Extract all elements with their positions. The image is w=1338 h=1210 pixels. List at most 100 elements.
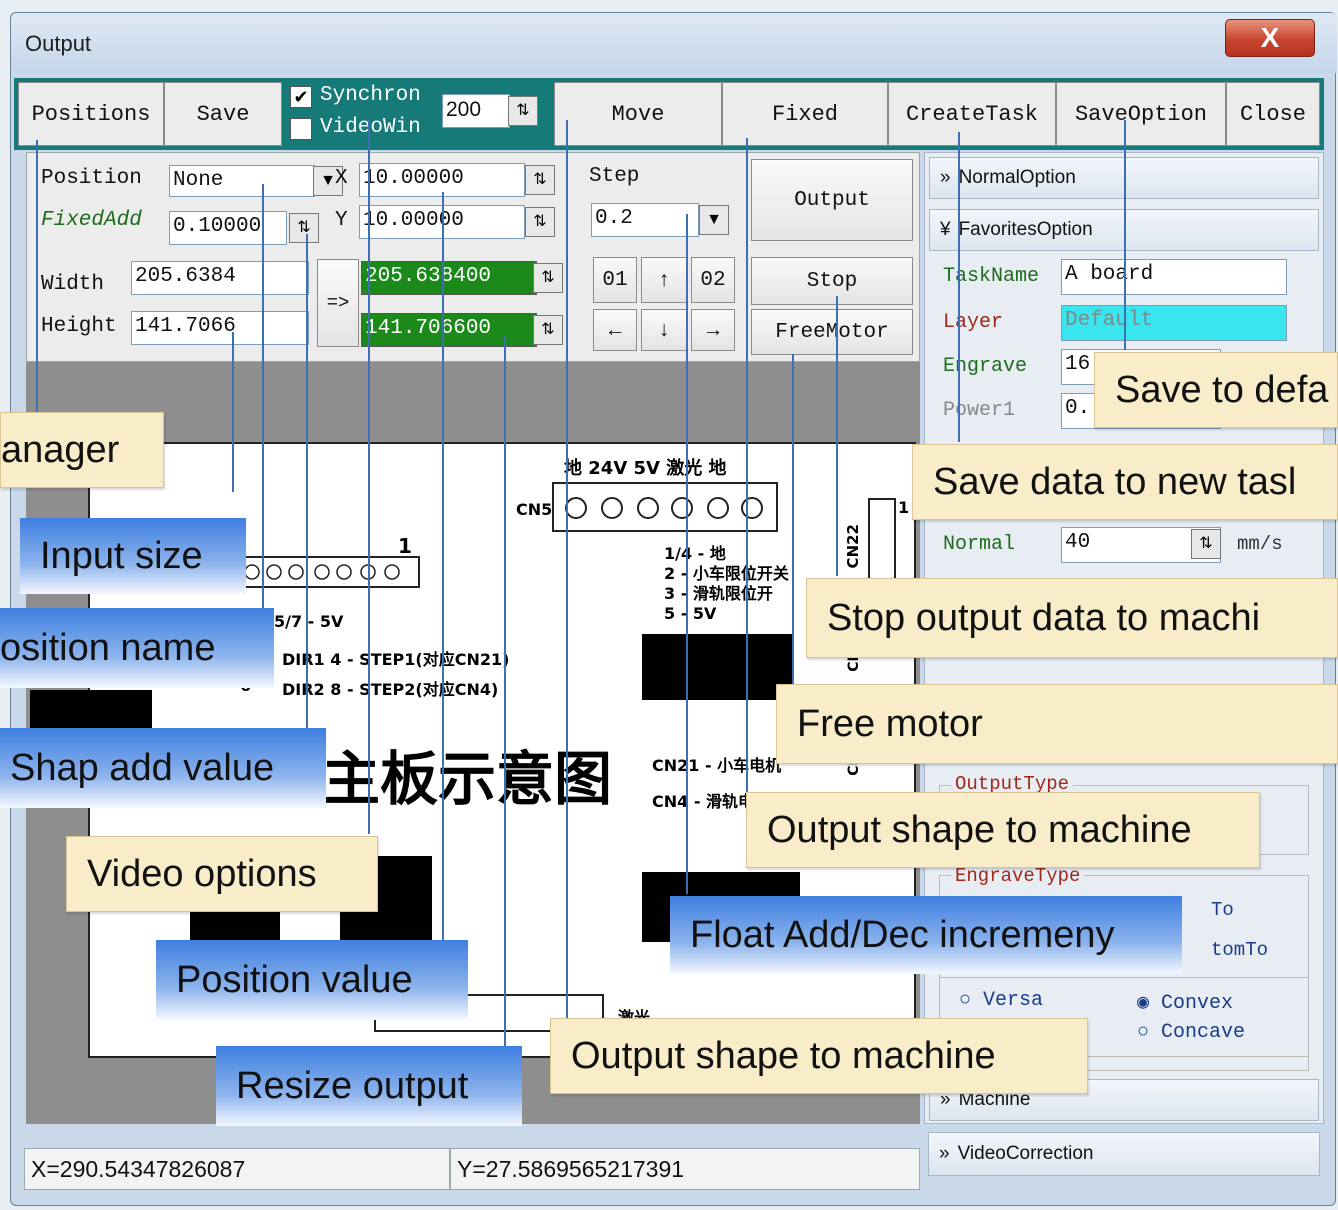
videocorrection-expand-icon: » [939,1143,950,1164]
y-spinner[interactable]: ⇅ [525,207,555,237]
toolbar: Positions Save ✔ Synchron VideoWin 200 ⇅… [14,78,1324,150]
callout-resize-output: Resize output [216,1046,522,1126]
callout-video-options: Video options [66,836,378,912]
concave-radio[interactable]: ○ Concave [1137,1021,1245,1044]
height-output-spinner[interactable]: ⇅ [533,315,563,345]
callout-input-size: Input size [20,518,246,594]
stop-button[interactable]: Stop [751,257,913,305]
status-x: X=290.54347826087 [24,1148,450,1190]
position-panel: Position None ▼ FixedAdd 0.10000 ⇅ X 10.… [26,152,920,362]
callout-save-default: Save to defa [1094,352,1338,428]
videocorrection-label: VideoCorrection [957,1143,1094,1164]
black-block-1 [642,634,794,700]
move-button[interactable]: Move [554,82,722,146]
line-stop-output [836,296,838,576]
callout-float-add: Float Add/Dec incremeny [670,896,1182,974]
createtask-button[interactable]: CreateTask [888,82,1056,146]
bottomto-label: tomTo [1211,939,1269,961]
line-free-motor [792,354,794,684]
status-y: Y=27.5869565217391 [450,1148,920,1190]
convex-radio[interactable]: ◉ Convex [1137,989,1233,1015]
callout-stop-output: Stop output data to machi [806,578,1338,658]
height-output-field[interactable]: 141.706600 [361,313,537,347]
position-02-button[interactable]: 02 [691,257,735,303]
fixed-add-label: FixedAdd [41,209,142,232]
line-position-name [262,184,264,612]
collapse-icon: ¥ [940,219,951,240]
to-label: To [1211,899,1234,921]
pin1-label: 1 [398,534,412,558]
line-float-add [686,214,688,894]
close-button[interactable]: Close [1226,82,1320,146]
video-spinner[interactable]: ⇅ [508,96,538,126]
saveoption-button[interactable]: SaveOption [1056,82,1226,146]
move-right-button[interactable]: → [691,309,735,351]
pin-description: 1/4 - 地 2 - 小车限位开关 3 - 滑轨限位开 5 - 5V [664,544,789,624]
line-video-options [368,120,370,834]
width-output-spinner[interactable]: ⇅ [533,263,563,293]
concave-label: Concave [1161,1021,1246,1044]
step-dropdown-icon[interactable]: ▼ [699,205,729,235]
cn4-label: CN4 - 滑轨电 [652,792,755,811]
favorites-option-label: FavoritesOption [958,219,1093,240]
pin-line-dir2: DIR2 8 - STEP2(对应CN4) [282,680,499,699]
board-title: 主板示意图 [322,745,613,813]
engrave-label: Engrave [943,355,1028,378]
callout-position-name: osition name [0,608,274,688]
cn5-pins [565,497,763,519]
position-label: Position [41,167,142,190]
pin-line-3: 3 - 滑轨限位开 [664,584,773,603]
video-value-field[interactable]: 200 [442,94,510,128]
line-input-size [232,332,234,492]
save-button[interactable]: Save [164,82,282,146]
step-select[interactable]: 0.2 [591,203,699,237]
position-select[interactable]: None [169,165,315,197]
callout-output-shape-2: Output shape to machine [550,1018,1088,1094]
normal-speed-spinner[interactable]: ⇅ [1191,529,1221,559]
height-label: Height [41,315,117,338]
x-spinner[interactable]: ⇅ [525,165,555,195]
cn5-label: CN5 [516,500,553,519]
layer-select[interactable]: Default [1061,305,1287,341]
line-shap-add [306,234,308,730]
output-button[interactable]: Output [751,159,913,241]
height-field[interactable]: 141.7066 [131,311,309,345]
left-connector [230,556,420,588]
width-output-field[interactable]: 205.638400 [361,261,537,295]
pin-line-57: 5/7 - 5V [274,612,344,631]
synchron-checkbox[interactable]: ✔ [290,86,312,108]
apply-size-button[interactable]: => [317,259,359,347]
width-field[interactable]: 205.6384 [131,261,309,295]
window-title: Output [25,31,92,56]
positions-button[interactable]: Positions [18,82,164,146]
line-save-default [1124,120,1126,350]
cn21-label: CN21 - 小车电机 [652,756,782,775]
move-left-button[interactable]: ← [593,309,637,351]
fixed-add-field[interactable]: 0.10000 [169,211,287,245]
cn22-pin1: 1 [898,498,910,517]
left-connector-pins [244,564,400,580]
power1-label: Power1 [943,399,1016,422]
line-output-shape-1 [746,138,748,796]
engravetype-label: EngraveType [951,865,1085,887]
normal-speed-unit: mm/s [1237,533,1283,555]
fixed-button[interactable]: Fixed [722,82,888,146]
move-up-button[interactable]: ↑ [641,257,687,303]
window-close-button[interactable]: X [1225,19,1315,57]
cn22-label: CN22 [844,524,862,569]
position-01-button[interactable]: 01 [593,257,637,303]
synchron-label: Synchron [320,84,421,107]
videocorrection-header[interactable]: » VideoCorrection [928,1132,1320,1176]
move-down-button[interactable]: ↓ [641,309,687,351]
versa-label: Versa [983,989,1044,1012]
fixed-add-spinner[interactable]: ⇅ [289,213,319,243]
versa-radio[interactable]: ○ Versa [959,989,1043,1012]
title-bar: Output X [11,13,1337,73]
taskname-field[interactable]: A board [1061,259,1287,295]
video-options-group: ✔ Synchron VideoWin [288,82,438,146]
line-manager [36,140,38,420]
freemotor-button[interactable]: FreeMotor [751,309,913,355]
y-label: Y [335,209,348,232]
videowin-checkbox[interactable] [290,118,312,140]
pin-line-2: 2 - 小车限位开关 [664,564,789,583]
